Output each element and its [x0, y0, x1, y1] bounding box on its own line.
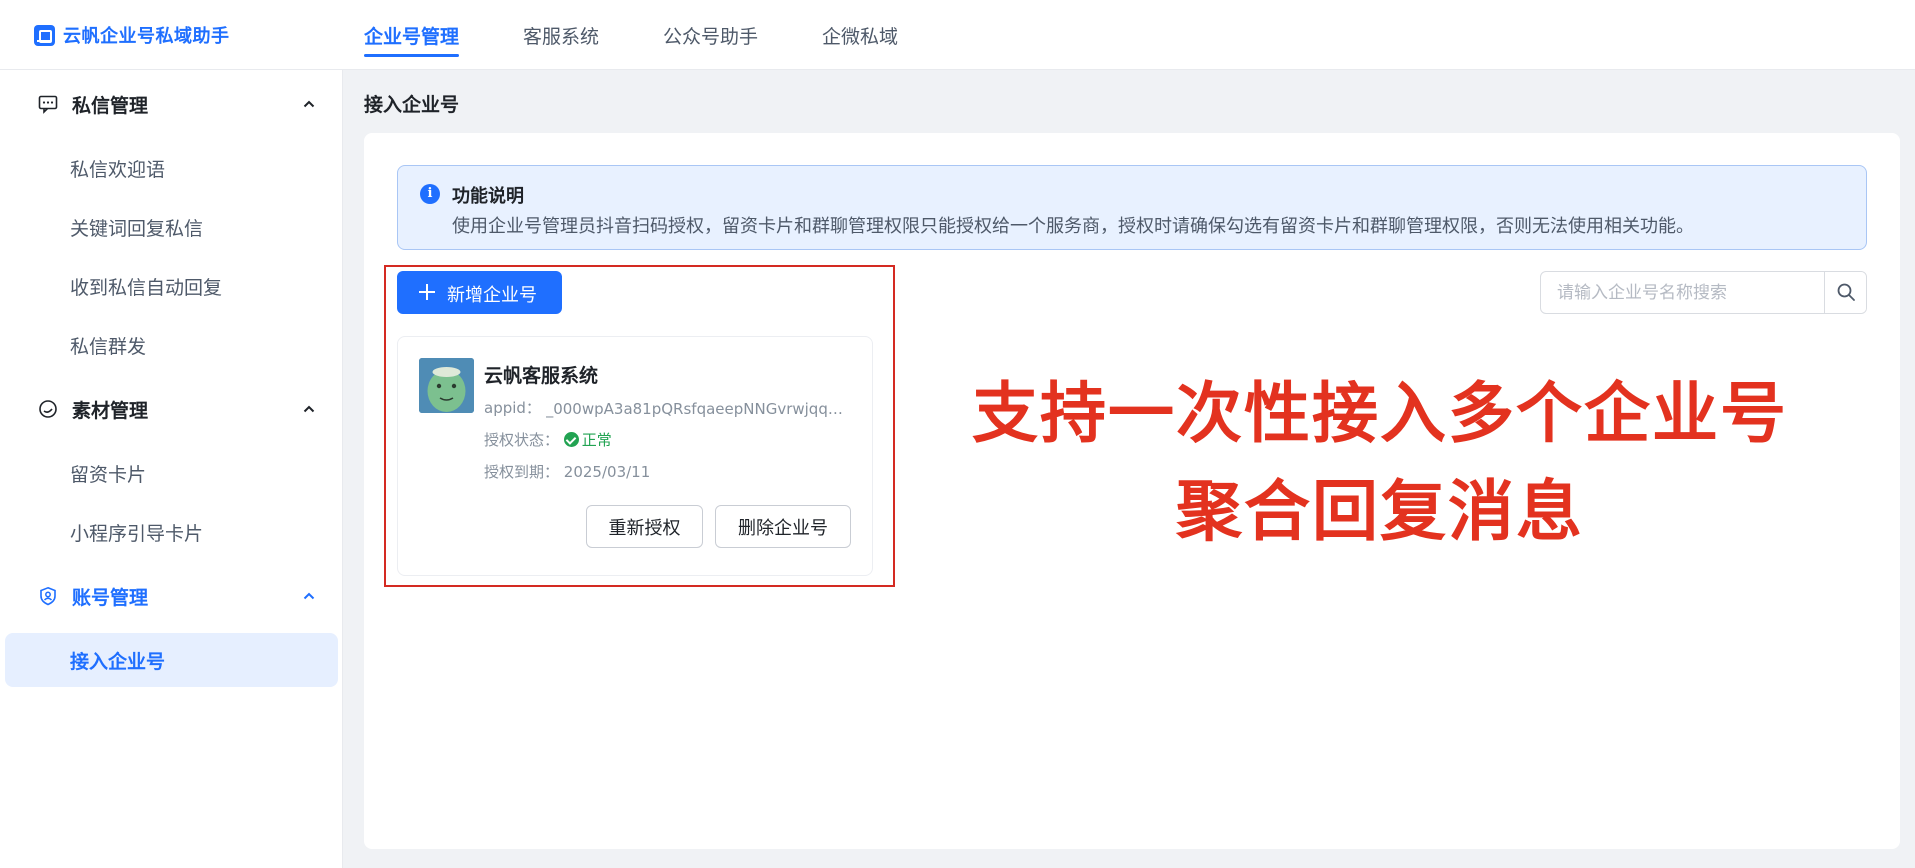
promo-subheadline: 聚合回复消息 — [1176, 473, 1584, 550]
sidebar-group-label: 素材管理 — [72, 399, 149, 422]
search-icon — [1837, 283, 1855, 301]
notice-description: 使用企业号管理员抖音扫码授权，留资卡片和群聊管理权限只能授权给一个服务商，授权时… — [452, 216, 1694, 237]
topnav-item-wecom[interactable]: 企微私域 — [822, 0, 898, 70]
status-row: 授权状态： 正常 — [484, 429, 612, 450]
sidebar-group-materials[interactable]: 素材管理 — [0, 384, 343, 434]
topnav-item-enterprise[interactable]: 企业号管理 — [364, 0, 460, 70]
search-box — [1540, 271, 1867, 314]
sidebar-group-messages[interactable]: 私信管理 — [0, 79, 343, 129]
sidebar-item-label: 关键词回复私信 — [70, 217, 204, 240]
status-label: 授权状态： — [484, 431, 560, 449]
check-circle-icon — [563, 432, 579, 447]
info-icon: i — [420, 184, 440, 204]
appid-value: _000wpA3a81pQRsfqaeepNNGvrwjqqzBJ... — [545, 400, 846, 418]
add-enterprise-button[interactable]: 新增企业号 — [397, 271, 562, 314]
expire-row: 授权到期： 2025/03/11 — [484, 461, 650, 482]
chevron-up-icon — [303, 405, 315, 413]
sidebar-item-mass-message[interactable]: 私信群发 — [5, 318, 338, 372]
shield-icon — [40, 586, 56, 606]
brand[interactable]: 云帆企业号私域助手 — [34, 20, 230, 50]
reauthorize-button[interactable]: 重新授权 — [586, 505, 703, 548]
sidebar-group-label: 账号管理 — [72, 586, 149, 609]
sidebar-item-label: 收到私信自动回复 — [70, 276, 223, 299]
brand-logo-icon — [34, 24, 55, 46]
top-nav: 企业号管理 客服系统 公众号助手 企微私域 — [364, 0, 962, 70]
topnav-item-official-account[interactable]: 公众号助手 — [663, 0, 758, 70]
search-input[interactable] — [1541, 272, 1824, 313]
expire-value: 2025/03/11 — [563, 463, 651, 481]
top-bar: 云帆企业号私域助手 企业号管理 客服系统 公众号助手 企微私域 — [0, 0, 1915, 70]
appid-row: appid： _000wpA3a81pQRsfqaeepNNGvrwjqqzBJ… — [484, 397, 846, 418]
sidebar-group-accounts[interactable]: 账号管理 — [0, 571, 343, 621]
search-button[interactable] — [1824, 272, 1866, 313]
account-name: 云帆客服系统 — [484, 365, 599, 387]
notice-title: 功能说明 — [452, 186, 524, 207]
sidebar-group-label: 私信管理 — [72, 94, 149, 117]
enterprise-account-card: 云帆客服系统 appid： _000wpA3a81pQRsfqaeepNNGvr… — [397, 336, 873, 576]
sidebar: 私信管理 私信欢迎语 关键词回复私信 收到私信自动回复 私信群发 素材管理 留资… — [0, 70, 343, 868]
sidebar-item-label: 私信群发 — [70, 335, 147, 358]
expire-label: 授权到期： — [484, 463, 560, 481]
message-icon — [38, 95, 58, 114]
avatar-image — [419, 358, 474, 413]
topnav-item-customer-service[interactable]: 客服系统 — [523, 0, 599, 70]
page-title: 接入企业号 — [364, 94, 460, 116]
add-enterprise-label: 新增企业号 — [447, 285, 537, 306]
avatar — [419, 358, 474, 413]
sidebar-item-lead-card[interactable]: 留资卡片 — [5, 446, 338, 500]
sidebar-item-welcome-message[interactable]: 私信欢迎语 — [5, 141, 338, 195]
sidebar-item-keyword-reply[interactable]: 关键词回复私信 — [5, 200, 338, 254]
delete-enterprise-button[interactable]: 删除企业号 — [715, 505, 851, 548]
sidebar-item-label: 小程序引导卡片 — [70, 522, 204, 545]
sidebar-item-label: 留资卡片 — [70, 463, 147, 486]
sidebar-item-label: 私信欢迎语 — [70, 158, 166, 181]
plus-icon — [419, 284, 435, 300]
promo-headline: 支持一次性接入多个企业号 — [972, 375, 1788, 452]
sidebar-item-miniprogram-card[interactable]: 小程序引导卡片 — [5, 505, 338, 559]
notice-banner: i 功能说明 使用企业号管理员抖音扫码授权，留资卡片和群聊管理权限只能授权给一个… — [397, 165, 1867, 250]
chevron-up-icon — [303, 592, 315, 600]
material-icon — [39, 400, 57, 418]
sidebar-item-label: 接入企业号 — [70, 650, 166, 673]
status-badge: 正常 — [581, 431, 612, 449]
sidebar-item-connect-enterprise[interactable]: 接入企业号 — [5, 633, 338, 687]
sidebar-item-auto-reply[interactable]: 收到私信自动回复 — [5, 259, 338, 313]
brand-title: 云帆企业号私域助手 — [63, 26, 230, 47]
appid-label: appid： — [484, 399, 541, 417]
chevron-up-icon — [303, 100, 315, 108]
